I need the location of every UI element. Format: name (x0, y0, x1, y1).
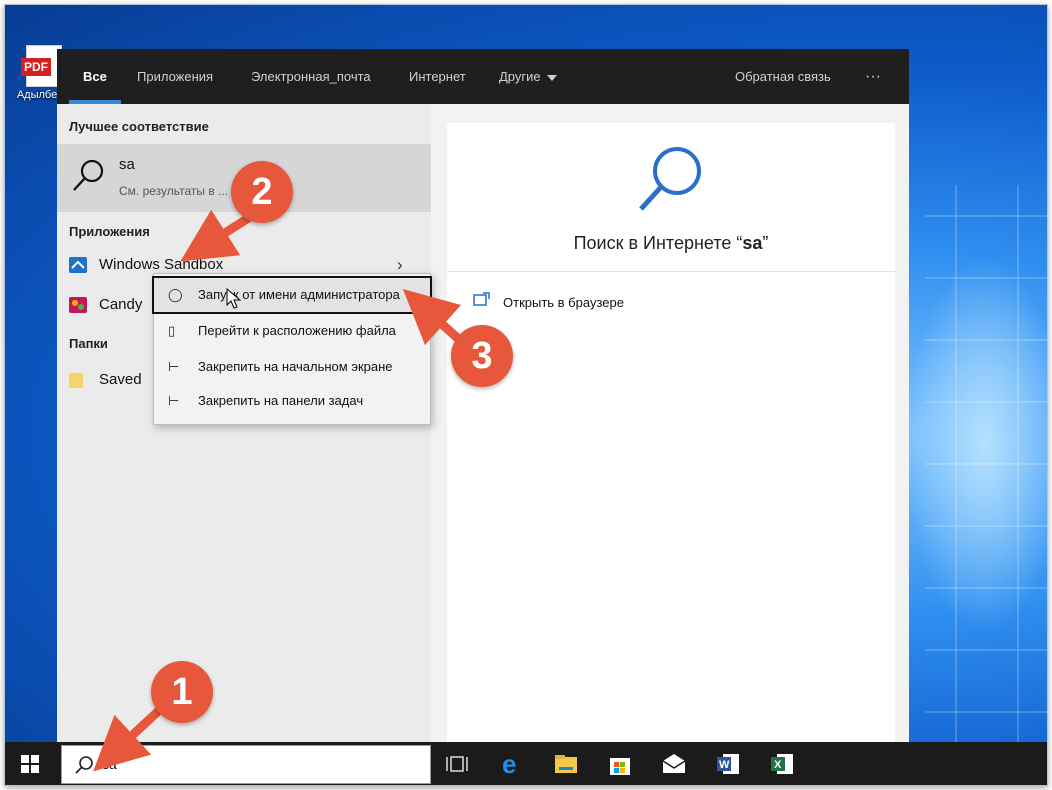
file-explorer-icon[interactable] (553, 751, 579, 777)
context-item-pin-taskbar[interactable]: ⊢ Закрепить на панели задач (154, 384, 430, 418)
context-item-pin-start[interactable]: ⊢ Закрепить на начальном экране (154, 350, 430, 384)
best-match-heading: Лучшее соответствие (69, 119, 209, 134)
taskbar: sa e W X (5, 742, 1047, 785)
tab-other-label: Другие (499, 69, 541, 84)
folders-heading: Папки (69, 336, 108, 351)
windows-logo-icon (21, 755, 39, 773)
search-icon (75, 756, 93, 774)
candy-app-icon (69, 297, 87, 313)
folder-icon (69, 373, 83, 388)
feedback-link[interactable]: Обратная связь (735, 49, 831, 104)
pin-icon: ⊢ (168, 359, 180, 374)
task-view-icon[interactable] (445, 751, 471, 777)
svg-text:e: e (502, 751, 516, 777)
pdf-tag: PDF (21, 58, 51, 76)
large-search-icon (639, 147, 701, 211)
tab-internet[interactable]: Интернет (409, 49, 466, 104)
tab-all[interactable]: Все (83, 49, 107, 104)
step-badge-3: 3 (451, 325, 513, 387)
open-external-icon (473, 292, 490, 306)
divider (447, 271, 895, 272)
best-match-title: sa (119, 156, 135, 173)
taskbar-search-input[interactable]: sa (61, 745, 431, 784)
search-icon (73, 159, 104, 191)
context-item-label: Закрепить на панели задач (198, 393, 364, 408)
edge-icon[interactable]: e (499, 751, 525, 777)
step-badge-1: 1 (151, 661, 213, 723)
sandbox-app-icon (69, 257, 87, 273)
file-location-icon: ▯ (168, 323, 176, 338)
web-title-query: sa (742, 233, 763, 253)
list-item-label: Candy (99, 296, 143, 313)
web-search-title: Поиск в Интернете “sa” (447, 233, 895, 254)
context-item-run-as-admin[interactable]: ◯ Запуск от имени администратора (152, 276, 432, 314)
search-tabs-bar: Все Приложения Электронная_почта Интерне… (57, 49, 909, 104)
best-match-subtitle: См. результаты в ... е (119, 184, 239, 198)
tab-apps[interactable]: Приложения (137, 49, 213, 104)
apps-heading: Приложения (69, 224, 150, 239)
step-badge-2: 2 (231, 161, 293, 223)
mouse-cursor-icon (226, 288, 242, 309)
list-item-label: Windows Sandbox (99, 256, 224, 273)
context-item-label: Закрепить на начальном экране (198, 359, 393, 374)
excel-icon[interactable]: X (769, 751, 795, 777)
context-item-open-location[interactable]: ▯ Перейти к расположению файла (154, 314, 430, 348)
tab-other[interactable]: Другие (499, 49, 557, 104)
shield-run-icon: ◯ (168, 287, 183, 302)
word-icon[interactable]: W (715, 751, 741, 777)
svg-text:X: X (774, 759, 782, 771)
start-button[interactable] (5, 742, 55, 785)
context-menu: ◯ Запуск от имени администратора ▯ Перей… (152, 273, 432, 425)
wallpaper-window-panes (925, 185, 1047, 745)
chevron-right-icon[interactable]: › (397, 255, 403, 275)
store-icon[interactable] (607, 751, 633, 777)
list-item-label: Saved (99, 371, 142, 388)
web-title-prefix: Поиск в Интернете “ (573, 233, 743, 253)
screenshot-frame: PDF Адылбе Все Приложения Электронная_по… (4, 4, 1048, 786)
search-query-text: sa (102, 756, 117, 772)
pin-icon: ⊢ (168, 393, 180, 408)
open-in-browser-link[interactable]: Открыть в браузере (503, 295, 624, 310)
web-preview-pane: Поиск в Интернете “sa” Открыть в браузер… (447, 123, 895, 746)
mail-icon[interactable] (661, 751, 687, 777)
web-title-suffix: ” (762, 233, 769, 253)
caret-down-icon (546, 74, 557, 81)
more-options-button[interactable]: ··· (865, 49, 881, 104)
svg-text:W: W (719, 759, 730, 771)
tab-email[interactable]: Электронная_почта (251, 49, 371, 104)
context-item-label: Перейти к расположению файла (198, 323, 396, 338)
